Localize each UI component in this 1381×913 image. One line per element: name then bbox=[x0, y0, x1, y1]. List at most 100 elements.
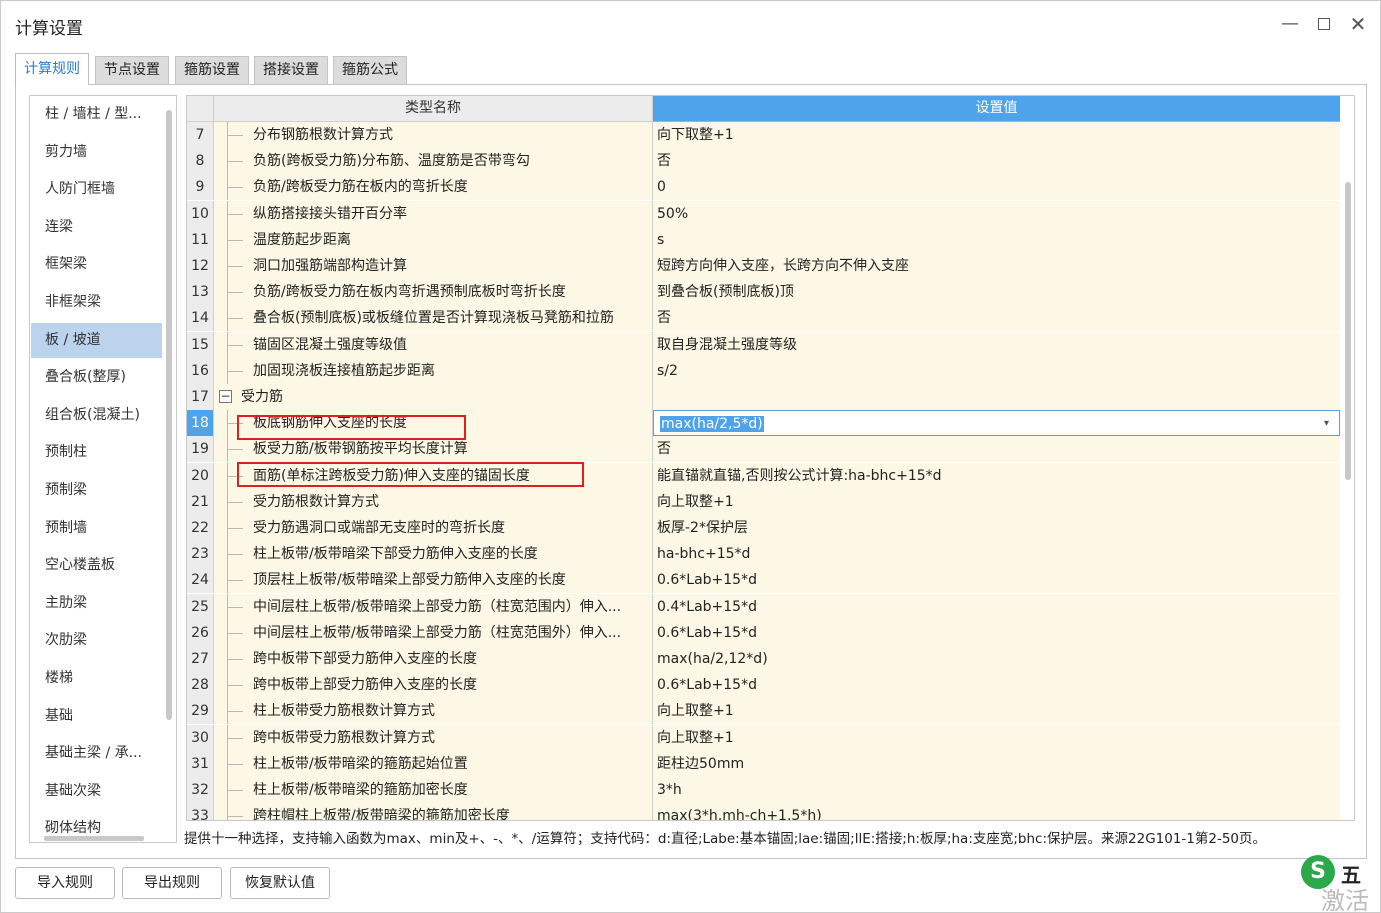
tree-branch bbox=[227, 554, 243, 556]
setting-value-cell[interactable] bbox=[653, 384, 1340, 410]
tab-stirrup-formula[interactable]: 箍筋公式 bbox=[333, 56, 407, 84]
sidebar-item[interactable]: 叠合板(整厚) bbox=[31, 360, 162, 395]
table-row[interactable]: 12 洞口加强筋端部构造计算 短跨方向伸入支座，长跨方向不伸入支座 bbox=[187, 253, 1340, 279]
type-name-text: 跨中板带上部受力筋伸入支座的长度 bbox=[253, 677, 477, 694]
setting-value-text: 3*h bbox=[657, 782, 682, 798]
type-name-text: 叠合板(预制底板)或板缝位置是否计算现浇板马凳筋和拉筋 bbox=[253, 310, 614, 327]
setting-value-cell[interactable]: 取自身混凝土强度等级 bbox=[653, 331, 1340, 358]
sidebar-item[interactable]: 楼梯 bbox=[31, 661, 162, 696]
sidebar-item[interactable]: 连梁 bbox=[31, 210, 162, 245]
table-row[interactable]: 22 受力筋遇洞口或端部无支座时的弯折长度 板厚-2*保护层 bbox=[187, 515, 1340, 541]
setting-value-cell[interactable]: 否 bbox=[653, 305, 1340, 332]
table-row[interactable]: 33 跨柱帽柱上板带/板带暗梁的箍筋加密长度 max(3*h,mh-ch+1.5*h… bbox=[187, 803, 1340, 820]
type-name-cell: 负筋/跨板受力筋在板内弯折遇预制底板时弯折长度 bbox=[214, 279, 653, 306]
type-name-cell: 柱上板带/板带暗梁下部受力筋伸入支座的长度 bbox=[214, 541, 653, 568]
tab-calc-rules[interactable]: 计算规则 bbox=[15, 53, 89, 85]
table-row[interactable]: 15 锚固区混凝土强度等级值 取自身混凝土强度等级 bbox=[187, 331, 1340, 358]
sidebar-item[interactable]: 基础主梁 / 承... bbox=[31, 736, 162, 771]
setting-value-cell[interactable]: 能直锚就直锚,否则按公式计算:ha-bhc+15*d bbox=[653, 462, 1340, 489]
sidebar-item[interactable]: 剪力墙 bbox=[31, 135, 162, 170]
setting-value-cell[interactable]: 向上取整+1 bbox=[653, 724, 1340, 751]
setting-value-cell[interactable]: 3*h bbox=[653, 777, 1340, 803]
sidebar-item[interactable]: 基础次梁 bbox=[31, 774, 162, 809]
table-row[interactable]: 16 加固现浇板连接植筋起步距离 s/2 bbox=[187, 357, 1340, 384]
setting-value-cell[interactable]: 到叠合板(预制底板)顶 bbox=[653, 279, 1340, 306]
tab-stirrup-settings[interactable]: 箍筋设置 bbox=[175, 56, 249, 84]
table-row[interactable]: 9 负筋/跨板受力筋在板内的弯折长度 0 bbox=[187, 174, 1340, 201]
table-row[interactable]: 23 柱上板带/板带暗梁下部受力筋伸入支座的长度 ha-bhc+15*d bbox=[187, 541, 1340, 568]
sidebar-item[interactable]: 空心楼盖板 bbox=[31, 548, 162, 583]
table-row[interactable]: 27 跨中板带下部受力筋伸入支座的长度 max(ha/2,12*d) bbox=[187, 646, 1340, 672]
restore-defaults-button[interactable]: 恢复默认值 bbox=[230, 867, 330, 899]
setting-value-cell[interactable]: 距柱边50mm bbox=[653, 750, 1340, 777]
table-row[interactable]: 11 温度筋起步距离 s bbox=[187, 226, 1340, 253]
sidebar-item[interactable]: 柱 / 墙柱 / 型... bbox=[31, 97, 162, 132]
setting-value-cell[interactable]: 板厚-2*保护层 bbox=[653, 515, 1340, 541]
setting-value-cell[interactable]: 0.4*Lab+15*d bbox=[653, 593, 1340, 620]
maximize-icon[interactable] bbox=[1311, 11, 1337, 37]
row-index: 28 bbox=[187, 672, 214, 699]
table-row[interactable]: 17− 受力筋 bbox=[187, 384, 1340, 410]
sidebar-item[interactable]: 砌体结构 bbox=[31, 811, 162, 842]
dropdown-arrow-icon[interactable]: ▾ bbox=[1324, 411, 1329, 435]
minimize-icon[interactable]: — bbox=[1277, 11, 1303, 37]
setting-value-cell[interactable]: max(ha/2,12*d) bbox=[653, 646, 1340, 672]
table-row[interactable]: 30 跨中板带受力筋根数计算方式 向上取整+1 bbox=[187, 724, 1340, 751]
setting-value-cell[interactable]: s/2 bbox=[653, 357, 1340, 384]
table-row[interactable]: 10 纵筋搭接接头错开百分率 50% bbox=[187, 200, 1340, 227]
sidebar-item[interactable]: 次肋梁 bbox=[31, 623, 162, 658]
tab-lap-settings[interactable]: 搭接设置 bbox=[254, 56, 328, 84]
setting-value-cell[interactable]: s bbox=[653, 226, 1340, 253]
sidebar-item[interactable]: 预制梁 bbox=[31, 473, 162, 508]
setting-value-cell[interactable]: 50% bbox=[653, 200, 1340, 227]
setting-value-cell[interactable]: 否 bbox=[653, 436, 1340, 463]
setting-value-cell[interactable]: max(3*h,mh-ch+1.5*h) bbox=[653, 803, 1340, 820]
setting-value-combobox[interactable]: max(ha/2,5*d) ▾ bbox=[653, 410, 1340, 437]
setting-value-cell[interactable]: 0.6*Lab+15*d bbox=[653, 619, 1340, 646]
type-name-cell: 跨中板带上部受力筋伸入支座的长度 bbox=[214, 672, 653, 699]
sidebar-item[interactable]: 基础 bbox=[31, 699, 162, 734]
setting-value-text: 取自身混凝土强度等级 bbox=[657, 336, 797, 353]
table-row[interactable]: 14 叠合板(预制底板)或板缝位置是否计算现浇板马凳筋和拉筋 否 bbox=[187, 305, 1340, 332]
sidebar-item[interactable]: 非框架梁 bbox=[31, 285, 162, 320]
table-row[interactable]: 7 分布钢筋根数计算方式 向下取整+1 bbox=[187, 122, 1340, 148]
table-row[interactable]: 26 中间层柱上板带/板带暗梁上部受力筋（柱宽范围外）伸入... 0.6*Lab+1… bbox=[187, 619, 1340, 646]
table-row[interactable]: 29 柱上板带受力筋根数计算方式 向上取整+1 bbox=[187, 698, 1340, 725]
setting-value-cell[interactable]: 0.6*Lab+15*d bbox=[653, 672, 1340, 699]
sidebar-vertical-scrollbar[interactable] bbox=[166, 110, 172, 720]
setting-value-cell[interactable]: 向上取整+1 bbox=[653, 488, 1340, 515]
sidebar-item[interactable]: 板 / 坡道 bbox=[31, 322, 162, 358]
type-name-cell: 负筋/跨板受力筋在板内的弯折长度 bbox=[214, 174, 653, 201]
setting-value-cell[interactable]: 0 bbox=[653, 174, 1340, 201]
sidebar-item[interactable]: 预制墙 bbox=[31, 511, 162, 546]
table-row[interactable]: 28 跨中板带上部受力筋伸入支座的长度 0.6*Lab+15*d bbox=[187, 672, 1340, 699]
import-rules-button[interactable]: 导入规则 bbox=[15, 867, 115, 899]
type-name-text: 纵筋搭接接头错开百分率 bbox=[253, 205, 407, 222]
table-row[interactable]: 8 负筋(跨板受力筋)分布筋、温度筋是否带弯勾 否 bbox=[187, 148, 1340, 175]
sidebar-item[interactable]: 组合板(混凝土) bbox=[31, 398, 162, 433]
table-vertical-scrollbar[interactable] bbox=[1345, 182, 1351, 480]
table-row[interactable]: 13 负筋/跨板受力筋在板内弯折遇预制底板时弯折长度 到叠合板(预制底板)顶 bbox=[187, 279, 1340, 306]
row-index: 32 bbox=[187, 777, 214, 803]
table-row[interactable]: 31 柱上板带/板带暗梁的箍筋起始位置 距柱边50mm bbox=[187, 750, 1340, 777]
setting-value-cell[interactable]: 向下取整+1 bbox=[653, 122, 1340, 148]
sidebar-item[interactable]: 主肋梁 bbox=[31, 586, 162, 621]
tab-node-settings[interactable]: 节点设置 bbox=[95, 56, 169, 84]
table-row[interactable]: 24 顶层柱上板带/板带暗梁上部受力筋伸入支座的长度 0.6*Lab+15*d bbox=[187, 567, 1340, 594]
table-row[interactable]: 21 受力筋根数计算方式 向上取整+1 bbox=[187, 488, 1340, 515]
table-row[interactable]: 32 柱上板带/板带暗梁的箍筋加密长度 3*h bbox=[187, 777, 1340, 803]
sidebar-item[interactable]: 框架梁 bbox=[31, 247, 162, 282]
setting-value-cell[interactable]: 0.6*Lab+15*d bbox=[653, 567, 1340, 594]
export-rules-button[interactable]: 导出规则 bbox=[122, 867, 222, 899]
setting-value-cell[interactable]: 短跨方向伸入支座，长跨方向不伸入支座 bbox=[653, 253, 1340, 279]
setting-value-cell[interactable]: 否 bbox=[653, 148, 1340, 175]
collapse-icon[interactable]: − bbox=[219, 390, 232, 403]
table-row[interactable]: 19 板受力筋/板带钢筋按平均长度计算 否 bbox=[187, 436, 1340, 463]
sidebar-item[interactable]: 人防门框墙 bbox=[31, 172, 162, 207]
annotation-highlight-row-20 bbox=[237, 462, 584, 487]
setting-value-cell[interactable]: ha-bhc+15*d bbox=[653, 541, 1340, 568]
sidebar-item[interactable]: 预制柱 bbox=[31, 435, 162, 470]
setting-value-cell[interactable]: 向上取整+1 bbox=[653, 698, 1340, 725]
close-icon[interactable]: ✕ bbox=[1345, 11, 1371, 37]
table-row[interactable]: 25 中间层柱上板带/板带暗梁上部受力筋（柱宽范围内）伸入... 0.4*Lab+1… bbox=[187, 593, 1340, 620]
